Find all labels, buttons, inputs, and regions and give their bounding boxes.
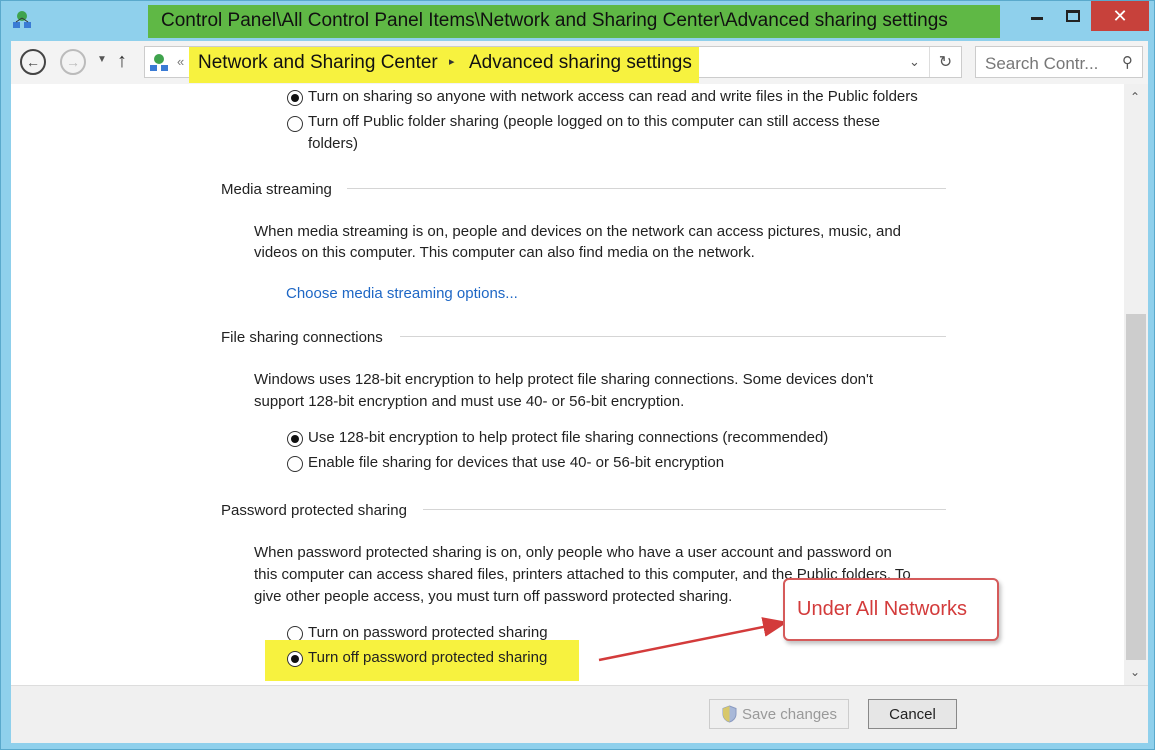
- breadcrumb-network-sharing-center[interactable]: Network and Sharing Center: [198, 52, 438, 74]
- vertical-scrollbar[interactable]: ⌃ ⌄: [1124, 84, 1148, 685]
- section-file-sharing: File sharing connections: [221, 329, 383, 346]
- explorer-window: Control Panel\All Control Panel Items\Ne…: [0, 0, 1155, 750]
- divider: [347, 188, 946, 189]
- divider: [423, 509, 946, 510]
- cancel-button[interactable]: Cancel: [868, 699, 957, 729]
- section-password-sharing: Password protected sharing: [221, 502, 407, 519]
- minimize-icon: [1031, 16, 1043, 20]
- minimize-button[interactable]: [1019, 1, 1055, 31]
- scroll-thumb[interactable]: [1126, 314, 1146, 660]
- back-arrow-icon: ←: [26, 54, 40, 70]
- close-button[interactable]: ✕: [1091, 1, 1149, 31]
- search-icon[interactable]: ⚲: [1122, 53, 1133, 71]
- scroll-down-icon[interactable]: ⌄: [1130, 665, 1140, 679]
- divider: [400, 336, 946, 337]
- option-public-sharing-on-label[interactable]: Turn on sharing so anyone with network a…: [308, 86, 918, 108]
- recent-locations-dropdown[interactable]: ▼: [97, 54, 107, 65]
- forward-arrow-icon: →: [66, 54, 80, 70]
- address-dropdown-icon[interactable]: ⌄: [909, 54, 920, 70]
- maximize-icon: [1066, 10, 1080, 22]
- option-password-off-label[interactable]: Turn off password protected sharing: [308, 647, 547, 669]
- radio-128bit-encryption[interactable]: [287, 431, 303, 447]
- back-button[interactable]: ←: [20, 49, 46, 75]
- address-bar[interactable]: « Network and Sharing Center ▸ Advanced …: [144, 46, 962, 83]
- refresh-button[interactable]: ↻: [929, 47, 961, 77]
- password-sharing-desc: When password protected sharing is on, o…: [254, 544, 892, 561]
- option-40-56bit-label[interactable]: Enable file sharing for devices that use…: [308, 452, 724, 474]
- dialog-footer: Save changes Cancel: [11, 685, 1148, 743]
- network-icon: [13, 11, 31, 28]
- window-title: Control Panel\All Control Panel Items\Ne…: [161, 10, 948, 31]
- forward-button[interactable]: →: [60, 49, 86, 75]
- search-box[interactable]: Search Contr... ⚲: [975, 46, 1143, 78]
- radio-password-sharing-off[interactable]: [287, 651, 303, 667]
- section-media-streaming: Media streaming: [221, 181, 332, 198]
- navigation-bar: ← → ▼ ↑ « Network and Sharing Center ▸ A…: [11, 41, 1148, 84]
- save-changes-button[interactable]: Save changes: [709, 699, 849, 729]
- password-sharing-desc-cont2: give other people access, you must turn …: [254, 588, 733, 605]
- up-button[interactable]: ↑: [117, 50, 127, 73]
- media-streaming-desc-cont: videos on this computer. This computer c…: [254, 244, 755, 261]
- file-sharing-desc-cont: support 128-bit encryption and must use …: [254, 393, 685, 410]
- up-arrow-icon: ↑: [117, 50, 127, 72]
- radio-public-sharing-off[interactable]: [287, 116, 303, 132]
- network-icon: [150, 54, 168, 71]
- option-public-sharing-off-label[interactable]: Turn off Public folder sharing (people l…: [308, 111, 880, 133]
- search-input[interactable]: Search Contr...: [985, 54, 1098, 74]
- scroll-up-icon[interactable]: ⌃: [1130, 90, 1140, 104]
- media-streaming-desc: When media streaming is on, people and d…: [254, 223, 902, 240]
- title-bar: Control Panel\All Control Panel Items\Ne…: [1, 1, 1155, 41]
- annotation-callout: Under All Networks: [783, 578, 999, 641]
- radio-public-sharing-on[interactable]: [287, 90, 303, 106]
- radio-40-56bit-encryption[interactable]: [287, 456, 303, 472]
- breadcrumb-overflow[interactable]: «: [177, 54, 184, 69]
- breadcrumb-separator-icon[interactable]: ▸: [449, 55, 455, 68]
- callout-text: Under All Networks: [797, 598, 968, 620]
- file-sharing-desc: Windows uses 128-bit encryption to help …: [254, 371, 874, 388]
- cancel-label: Cancel: [889, 705, 936, 723]
- refresh-icon: ↻: [938, 54, 953, 71]
- uac-shield-icon: [722, 705, 737, 723]
- option-public-sharing-off-label-cont[interactable]: folders): [308, 133, 358, 155]
- breadcrumb-advanced-sharing[interactable]: Advanced sharing settings: [469, 52, 692, 74]
- maximize-button[interactable]: [1055, 1, 1091, 31]
- save-changes-label: Save changes: [741, 705, 838, 723]
- media-streaming-options-link[interactable]: Choose media streaming options...: [286, 285, 518, 302]
- option-128bit-label[interactable]: Use 128-bit encryption to help protect f…: [308, 427, 828, 449]
- close-icon: ✕: [1112, 5, 1128, 26]
